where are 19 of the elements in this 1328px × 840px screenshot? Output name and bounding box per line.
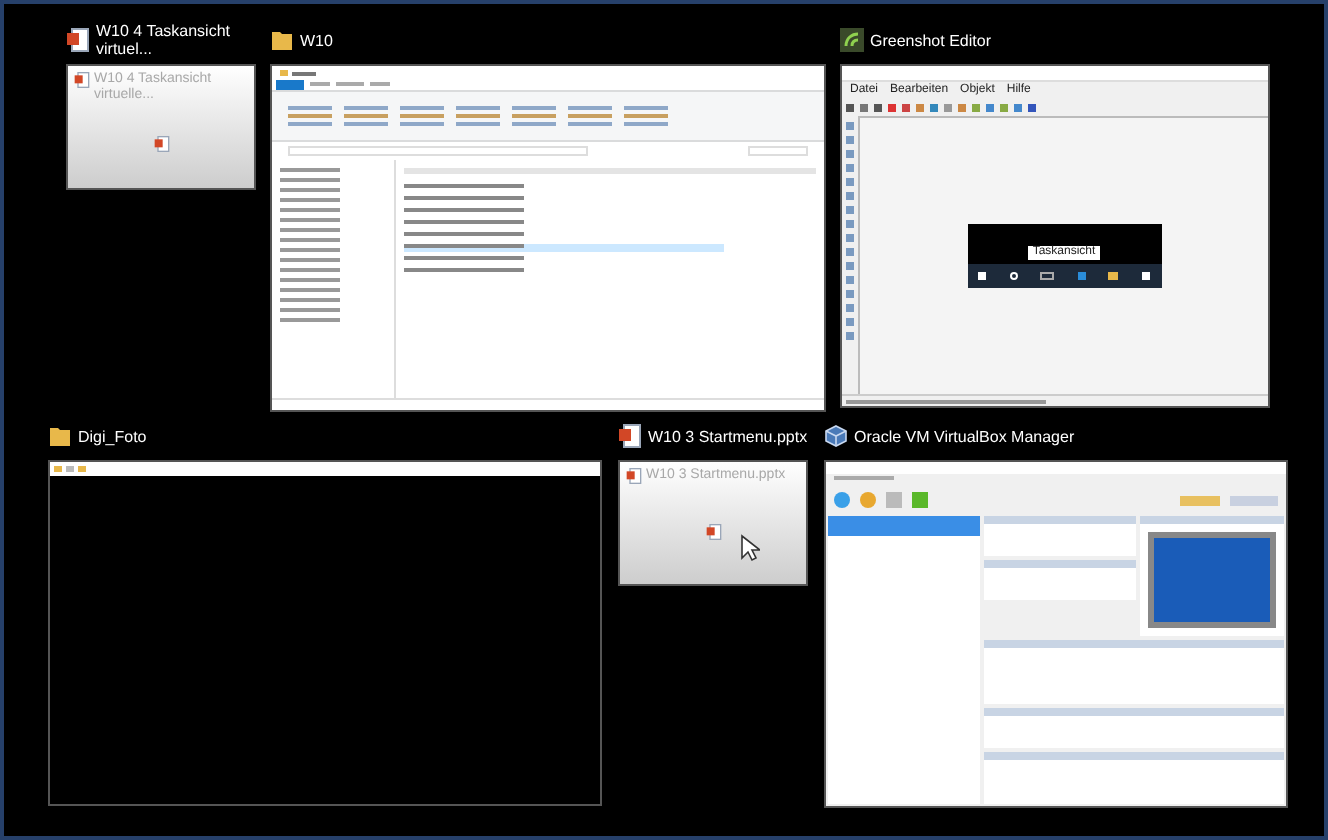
vm-manager-window-drawing[interactable]: [824, 460, 1288, 808]
window-title: Digi_Foto: [78, 427, 147, 445]
presentation-file-icon: [626, 468, 642, 484]
presentation-file-icon: [74, 72, 90, 88]
presentation-file-icon: [705, 523, 721, 539]
empty-folder-window-drawing[interactable]: [48, 460, 602, 806]
folder-icon: [270, 28, 294, 52]
presentation-file-icon: [66, 28, 90, 52]
presentation-file-icon: [153, 135, 169, 151]
presentation-file-icon: [618, 424, 642, 448]
window-title: Greenshot Editor: [870, 31, 991, 49]
window-title: W10 4 Taskansicht virtuel...: [96, 22, 232, 58]
app-logo-icon: [840, 28, 864, 52]
window-title: W10: [300, 31, 333, 49]
folder-icon: [48, 424, 72, 448]
window-title: Oracle VM VirtualBox Manager: [854, 427, 1075, 445]
file-explorer-window-drawing[interactable]: [270, 64, 826, 412]
cube-icon: [824, 424, 848, 448]
window-title: W10 3 Startmenu.pptx: [648, 427, 808, 445]
